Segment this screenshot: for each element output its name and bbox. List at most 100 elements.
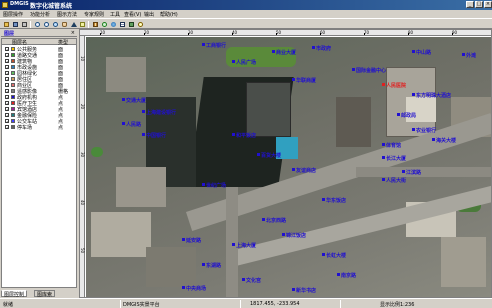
map-poi-label[interactable]: 人民医院 [386, 82, 406, 89]
zoom-full-icon[interactable] [51, 20, 59, 28]
zoom-in-icon[interactable] [33, 20, 41, 28]
map-poi-label[interactable]: 中山路 [416, 49, 431, 56]
map-poi-label[interactable]: 南京路 [341, 272, 356, 279]
table-icon[interactable] [118, 20, 126, 28]
map-poi-label[interactable]: 长虹大楼 [326, 252, 346, 259]
map-poi-marker[interactable] [462, 53, 465, 56]
map-poi-label[interactable]: 新华书店 [296, 287, 316, 294]
map-poi-label[interactable]: 文化宫 [246, 277, 261, 284]
map-poi-marker[interactable] [382, 143, 385, 146]
layer-checkbox[interactable]: ✓ [5, 71, 9, 76]
map-poi-marker[interactable] [242, 278, 245, 281]
map-poi-marker[interactable] [202, 183, 205, 186]
layer-checkbox[interactable]: ✓ [5, 89, 9, 94]
minimize-button[interactable]: _ [466, 1, 474, 8]
layer-checkbox[interactable]: ✓ [5, 113, 9, 118]
map-poi-label[interactable]: 人民大街 [386, 177, 406, 184]
map-poi-marker[interactable] [182, 286, 185, 289]
map-poi-label[interactable]: 友谊商店 [296, 167, 316, 174]
map-poi-label[interactable]: 世纪广场 [206, 182, 226, 189]
close-button[interactable]: × [484, 1, 492, 8]
map-poi-marker[interactable] [397, 113, 400, 116]
map-poi-marker[interactable] [272, 50, 275, 53]
menu-layer-ops[interactable]: 图层操作 [3, 11, 23, 18]
map-poi-marker[interactable] [232, 243, 235, 246]
save-icon[interactable] [11, 20, 19, 28]
layer-row[interactable]: ✓ 医疗卫生点 [2, 101, 76, 107]
layer-icon[interactable] [127, 20, 135, 28]
menu-help[interactable]: 帮助(H) [160, 11, 178, 18]
menu-view[interactable]: 查看(V) [124, 11, 141, 18]
map-poi-marker[interactable] [337, 273, 340, 276]
map-poi-marker[interactable] [292, 288, 295, 291]
map-poi-marker[interactable] [122, 122, 125, 125]
menu-output[interactable]: 输出 [144, 11, 154, 18]
map-poi-label[interactable]: 东湖路 [206, 262, 221, 269]
map-poi-label[interactable]: 外滩 [466, 52, 476, 59]
map-poi-marker[interactable] [202, 43, 205, 46]
map-poi-label[interactable]: 和平饭店 [236, 132, 256, 139]
map-poi-label[interactable]: 中央商场 [186, 285, 206, 292]
map-poi-label[interactable]: 农业银行 [416, 127, 436, 134]
globe-icon[interactable] [109, 20, 117, 28]
map-poi-marker[interactable] [262, 218, 265, 221]
layer-row[interactable]: ✓ 政府机构点 [2, 95, 76, 101]
map-poi-label[interactable]: 海关大楼 [436, 137, 456, 144]
select-icon[interactable] [69, 20, 77, 28]
layer-checkbox[interactable]: ✓ [5, 47, 9, 52]
map-poi-marker[interactable] [412, 50, 415, 53]
map-poi-marker[interactable] [412, 128, 415, 131]
zoom-out-icon[interactable] [42, 20, 50, 28]
map-poi-label[interactable]: 交通大厦 [126, 97, 146, 104]
map-poi-label[interactable]: 国际金融中心 [356, 67, 386, 74]
layer-row[interactable]: ✓ 宾馆酒店点 [2, 107, 76, 113]
map-poi-marker[interactable] [382, 178, 385, 181]
map-view[interactable]: 工商银行 商业大厦 市政府 人民广场 国际金融中心 华联商厦 中山路 人民医院 交通大厦 上海建设… [86, 37, 491, 297]
print-icon[interactable] [20, 20, 28, 28]
map-poi-marker[interactable] [232, 60, 235, 63]
layer-row[interactable]: ✓ 遥感影像 栅格 [2, 89, 76, 95]
layer-checkbox[interactable]: ✓ [5, 77, 9, 82]
tab-library[interactable]: 图库索 [34, 290, 56, 298]
layer-row[interactable]: ✓ 道路交通面 [2, 53, 76, 59]
layer-row[interactable]: ✓ 市政设施面 [2, 65, 76, 71]
map-poi-marker[interactable] [352, 68, 355, 71]
layer-row[interactable]: ✓ 建筑物面 [2, 59, 76, 65]
map-poi-label[interactable]: 中国银行 [146, 132, 166, 139]
map-poi-label[interactable]: 延安路 [186, 237, 201, 244]
map-poi-marker[interactable] [292, 168, 295, 171]
layer-checkbox[interactable]: ✓ [5, 107, 9, 112]
layer-checkbox[interactable]: ✓ [5, 53, 9, 58]
menu-tools[interactable]: 工具 [110, 11, 120, 18]
map-poi-label[interactable]: 人民广场 [236, 59, 256, 66]
layer-row[interactable]: ✓ 居住区面 [2, 77, 76, 83]
layer-row[interactable]: ✓ 公共服务面 [2, 47, 76, 53]
map-poi-label[interactable]: 东方明珠大酒店 [416, 92, 451, 99]
layer-checkbox[interactable]: ✓ [5, 59, 9, 64]
map-poi-label[interactable]: 上海大厦 [236, 242, 256, 249]
column-header-name[interactable]: 图层名 [12, 39, 27, 46]
pan-icon[interactable] [60, 20, 68, 28]
map-poi-label[interactable]: 邮政局 [401, 112, 416, 119]
map-poi-label[interactable]: 华联商厦 [296, 77, 316, 84]
map-poi-marker[interactable] [322, 253, 325, 256]
open-icon[interactable] [2, 20, 10, 28]
map-poi-marker[interactable] [142, 133, 145, 136]
map-poi-label[interactable]: 人民路 [126, 121, 141, 128]
layer-checkbox[interactable]: ✓ [5, 119, 9, 124]
layer-checkbox[interactable]: ✓ [5, 83, 9, 88]
map-poi-marker[interactable] [292, 78, 295, 81]
layer-checkbox[interactable]: ✓ [5, 125, 9, 130]
map-poi-label[interactable]: 长江大厦 [386, 155, 406, 162]
layer-row[interactable]: ✓ 园林绿化面 [2, 71, 76, 77]
map-poi-marker[interactable] [322, 198, 325, 201]
map-poi-marker[interactable] [257, 153, 260, 156]
layer-checkbox[interactable]: ✓ [5, 101, 9, 106]
map-poi-marker[interactable] [402, 170, 405, 173]
maximize-button[interactable]: □ [475, 1, 483, 8]
menu-rules[interactable]: 专家规则 [84, 11, 104, 18]
map-poi-label[interactable]: 体育馆 [386, 142, 401, 149]
map-poi-label[interactable]: 江滨路 [406, 169, 421, 176]
map-poi-label[interactable]: 市政府 [316, 45, 331, 52]
menu-display[interactable]: 图示方法 [57, 11, 77, 18]
